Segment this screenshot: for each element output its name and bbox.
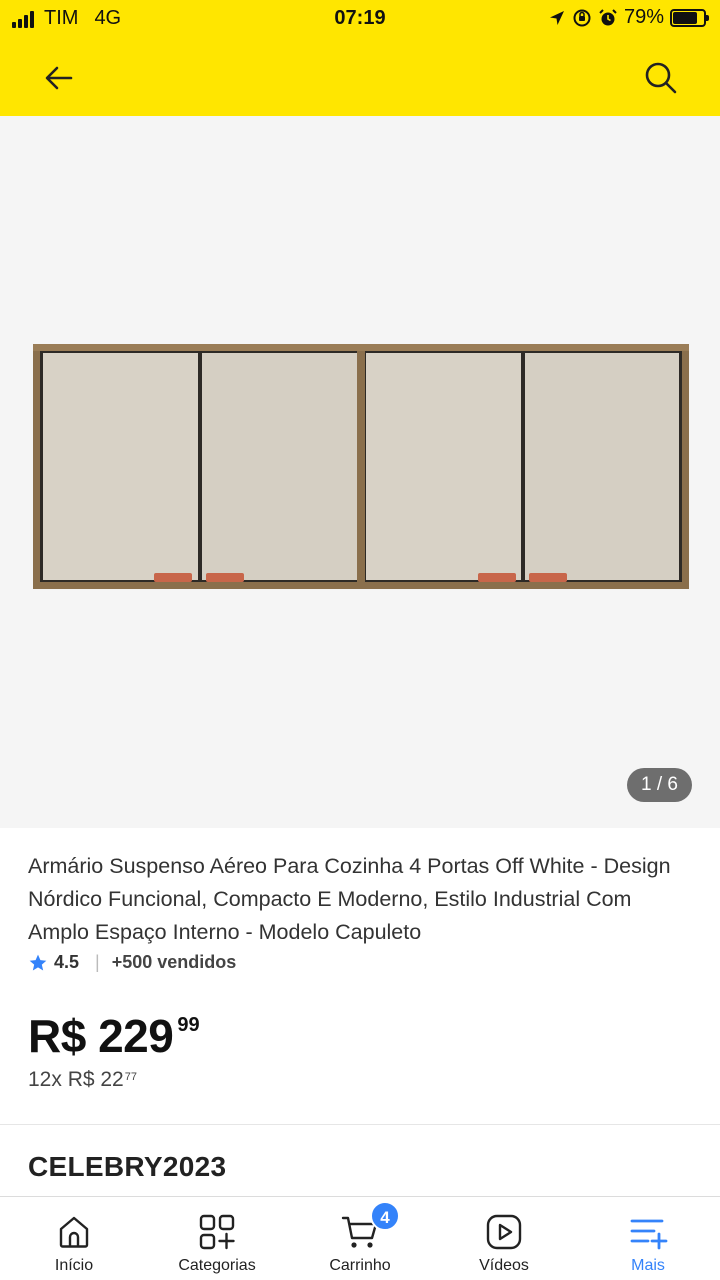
rating-separator: | [95,952,100,972]
installments-cents: 77 [124,1071,137,1083]
installments[interactable]: 12x R$ 22 77 [28,1068,137,1092]
categories-icon [199,1214,235,1250]
star-icon [29,954,47,970]
product-image-gallery[interactable]: 1 / 6 [0,116,720,828]
image-counter: 1 / 6 [627,768,692,802]
arrow-left-icon [45,66,73,90]
tab-carrinho[interactable]: 4 Carrinho [288,1197,432,1280]
price-cents: 99 [177,1014,200,1036]
battery-icon [670,8,709,27]
back-button[interactable] [36,55,82,101]
tab-categorias[interactable]: Categorias [145,1197,289,1280]
section-divider [0,1124,720,1125]
price-main: R$ 229 [28,1010,174,1062]
tab-inicio[interactable]: Início [2,1197,146,1280]
tab-mais[interactable]: Mais [576,1197,720,1280]
product-title: Armário Suspenso Aéreo Para Cozinha 4 Po… [28,854,671,944]
sold-count: +500 vendidos [111,952,237,972]
coupon-code[interactable]: CELEBRY2023 [28,1151,226,1183]
status-bar: TIM 4G 07:19 79% [0,0,720,38]
cart-badge: 4 [370,1201,400,1231]
search-icon [645,62,677,94]
rating-row[interactable]: 4.5 | +500 vendidos [28,952,236,973]
product-image-cabinet [33,344,689,589]
home-icon [59,1216,89,1248]
location-arrow-icon [549,10,564,25]
status-right: 79% [548,6,709,29]
search-button[interactable] [638,55,684,101]
price: R$ 229 99 [28,1008,200,1064]
tab-videos[interactable]: Vídeos [432,1197,576,1280]
alarm-icon [599,8,617,25]
tab-label: Categorias [178,1257,256,1274]
tab-label: Vídeos [479,1257,529,1274]
app-bar [0,38,720,116]
battery-percent: 79% [623,6,664,28]
tab-label: Carrinho [329,1257,391,1274]
rating-score: 4.5 [54,952,80,972]
video-play-icon [486,1214,522,1250]
menu-plus-icon [630,1219,668,1250]
rotation-lock-icon [573,9,591,26]
tab-label: Mais [631,1257,665,1274]
installments-main: 12x R$ 22 [28,1068,124,1091]
tab-label: Início [54,1257,94,1274]
bottom-tab-bar: Início Categorias 4 Carrinho Vídeos Mais [0,1196,720,1280]
